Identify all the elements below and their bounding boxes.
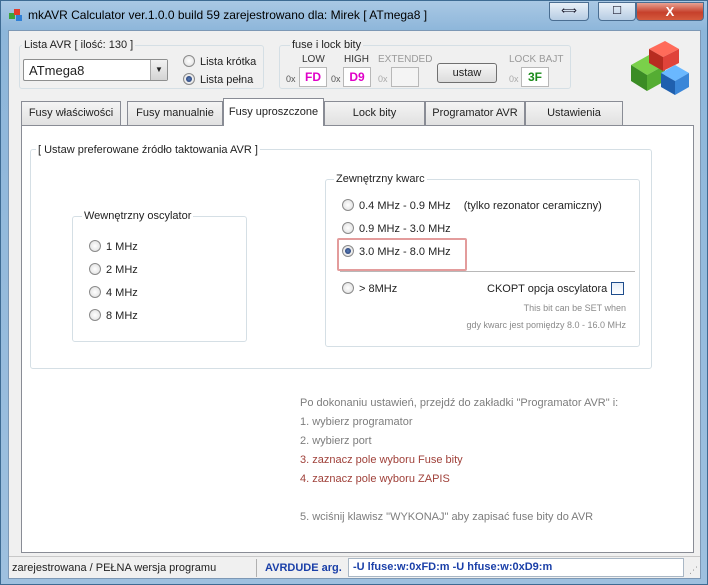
external-crystal-group: Zewnętrzny kwarc 0.4 MHz - 0.9 MHz (tylko… [325, 173, 640, 347]
status-divider [256, 559, 257, 577]
client-area: Lista AVR [ ilość: 130 ] ATmega8 ▼ Lista… [8, 30, 701, 579]
high-prefix: 0x [331, 74, 341, 84]
extended-fuse-field [391, 67, 419, 87]
resize-grip-icon[interactable]: ⋰ [689, 565, 698, 576]
avr-list-title: Lista AVR [ ilość: 130 ] [22, 39, 136, 51]
close-button[interactable]: X [636, 2, 704, 21]
tab-ustawienia[interactable]: Ustawienia [525, 101, 623, 125]
tab-fusy-wlasciwosci[interactable]: Fusy właściwości [21, 101, 121, 125]
status-bar: zarejestrowana / PEŁNA wersja programu A… [9, 556, 700, 578]
radio-list-full[interactable]: Lista pełna [183, 73, 253, 86]
fuse-lock-title: fuse i lock bity [290, 39, 364, 51]
radio-label: 4 MHz [106, 287, 138, 299]
radio-note: (tylko rezonator ceramiczny) [463, 200, 602, 212]
mkavr-logo-icon [631, 41, 689, 95]
low-prefix: 0x [286, 74, 296, 84]
radio-label: 8 MHz [106, 310, 138, 322]
lock-byte-field[interactable]: 3F [521, 67, 549, 87]
app-window: mkAVR Calculator ver.1.0.0 build 59 zare… [0, 0, 708, 585]
tab-panel-fusy-uproszczone: [ Ustaw preferowane źródło taktowania AV… [21, 125, 694, 553]
extended-label: EXTENDED [378, 54, 433, 65]
high-fuse-field[interactable]: D9 [343, 67, 371, 87]
radio-short-label: Lista krótka [200, 56, 257, 68]
maximize-button[interactable]: ☐ [598, 2, 636, 21]
avr-list-group: Lista AVR [ ilość: 130 ] ATmega8 ▼ Lista… [19, 39, 264, 89]
ckopt-label: CKOPT opcja oscylatora [487, 283, 608, 295]
radio-indicator[interactable] [342, 282, 354, 294]
radio-internal-2mhz[interactable]: 2 MHz [89, 263, 138, 276]
instruction-step-5: 5. wciśnij klawisz "WYKONAJ" aby zapisać… [300, 511, 594, 523]
low-fuse-field[interactable]: FD [299, 67, 327, 87]
radio-label: > 8MHz [359, 283, 398, 295]
radio-short-indicator[interactable] [183, 55, 195, 67]
radio-external-3.0-8.0[interactable]: 3.0 MHz - 8.0 MHz [342, 245, 451, 258]
instruction-step-4: 4. zaznacz pole wyboru ZAPIS [300, 473, 450, 485]
radio-indicator[interactable] [89, 309, 101, 321]
instruction-step-2: 2. wybierz port [300, 435, 372, 447]
radio-indicator[interactable] [89, 240, 101, 252]
tab-programator-avr[interactable]: Programator AVR [425, 101, 525, 125]
ckopt-checkbox-row[interactable]: CKOPT opcja oscylatora [487, 282, 625, 295]
radio-indicator[interactable] [89, 286, 101, 298]
high-label: HIGH [344, 54, 369, 65]
radio-external-over-8mhz[interactable]: > 8MHz [342, 282, 397, 295]
extended-prefix: 0x [378, 74, 388, 84]
avr-select-value: ATmega8 [29, 63, 85, 78]
radio-label: 0.9 MHz - 3.0 MHz [359, 223, 451, 235]
instruction-step-3: 3. zaznacz pole wyboru Fuse bity [300, 454, 463, 466]
radio-internal-8mhz[interactable]: 8 MHz [89, 309, 138, 322]
radio-label: 3.0 MHz - 8.0 MHz [359, 246, 451, 258]
tab-fusy-uproszczone[interactable]: Fusy uproszczone [223, 98, 324, 126]
radio-external-0.9-3.0[interactable]: 0.9 MHz - 3.0 MHz [342, 222, 451, 235]
radio-label: 2 MHz [106, 264, 138, 276]
clock-source-title: [ Ustaw preferowane źródło taktowania AV… [36, 144, 260, 156]
title-bar[interactable]: mkAVR Calculator ver.1.0.0 build 59 zare… [1, 1, 707, 29]
lock-prefix: 0x [509, 74, 519, 84]
radio-full-indicator[interactable] [183, 73, 195, 85]
radio-indicator[interactable] [89, 263, 101, 275]
radio-indicator[interactable] [342, 199, 354, 211]
radio-full-label: Lista pełna [200, 74, 254, 86]
tab-lock-bity[interactable]: Lock bity [324, 101, 425, 125]
radio-indicator[interactable] [342, 245, 354, 257]
radio-label: 0.4 MHz - 0.9 MHz [359, 200, 451, 212]
app-logo-icon [9, 9, 22, 21]
resize-button[interactable]: ⟺ [549, 2, 589, 21]
instruction-step-1: 1. wybierz programator [300, 416, 413, 428]
avr-select[interactable]: ATmega8 ▼ [23, 59, 168, 81]
lock-label: LOCK BAJT [509, 54, 564, 65]
low-label: LOW [302, 54, 325, 65]
license-status: zarejestrowana / PEŁNA wersja programu [12, 562, 217, 574]
chevron-down-icon[interactable]: ▼ [150, 60, 167, 80]
radio-indicator[interactable] [342, 222, 354, 234]
window-title: mkAVR Calculator ver.1.0.0 build 59 zare… [28, 8, 428, 22]
ckopt-checkbox[interactable] [611, 282, 625, 295]
clock-source-group: [ Ustaw preferowane źródło taktowania AV… [30, 144, 652, 369]
set-fuse-button[interactable]: ustaw [437, 63, 497, 83]
internal-oscillator-title: Wewnętrzny oscylator [82, 210, 194, 222]
internal-oscillator-group: Wewnętrzny oscylator 1 MHz 2 MHz 4 MHz 8… [72, 210, 247, 342]
radio-internal-1mhz[interactable]: 1 MHz [89, 240, 138, 253]
avrdude-label: AVRDUDE arg. [265, 562, 342, 574]
radio-external-0.4-0.9[interactable]: 0.4 MHz - 0.9 MHz (tylko rezonator cerami… [342, 199, 602, 212]
external-crystal-title: Zewnętrzny kwarc [334, 173, 427, 185]
radio-internal-4mhz[interactable]: 4 MHz [89, 286, 138, 299]
ckopt-hint-line1: This bit can be SET when [523, 303, 626, 313]
divider [340, 271, 635, 272]
fuse-lock-group: fuse i lock bity LOW HIGH EXTENDED LOCK … [279, 39, 571, 89]
avrdude-args-field[interactable]: -U lfuse:w:0xFD:m -U hfuse:w:0xD9:m [348, 558, 684, 577]
radio-list-short[interactable]: Lista krótka [183, 55, 256, 68]
radio-label: 1 MHz [106, 241, 138, 253]
instructions-intro: Po dokonaniu ustawień, przejdź do zakład… [300, 397, 619, 409]
tab-fusy-manualnie[interactable]: Fusy manualnie [127, 101, 223, 125]
ckopt-hint-line2: gdy kwarc jest pomiędzy 8.0 - 16.0 MHz [466, 320, 626, 330]
